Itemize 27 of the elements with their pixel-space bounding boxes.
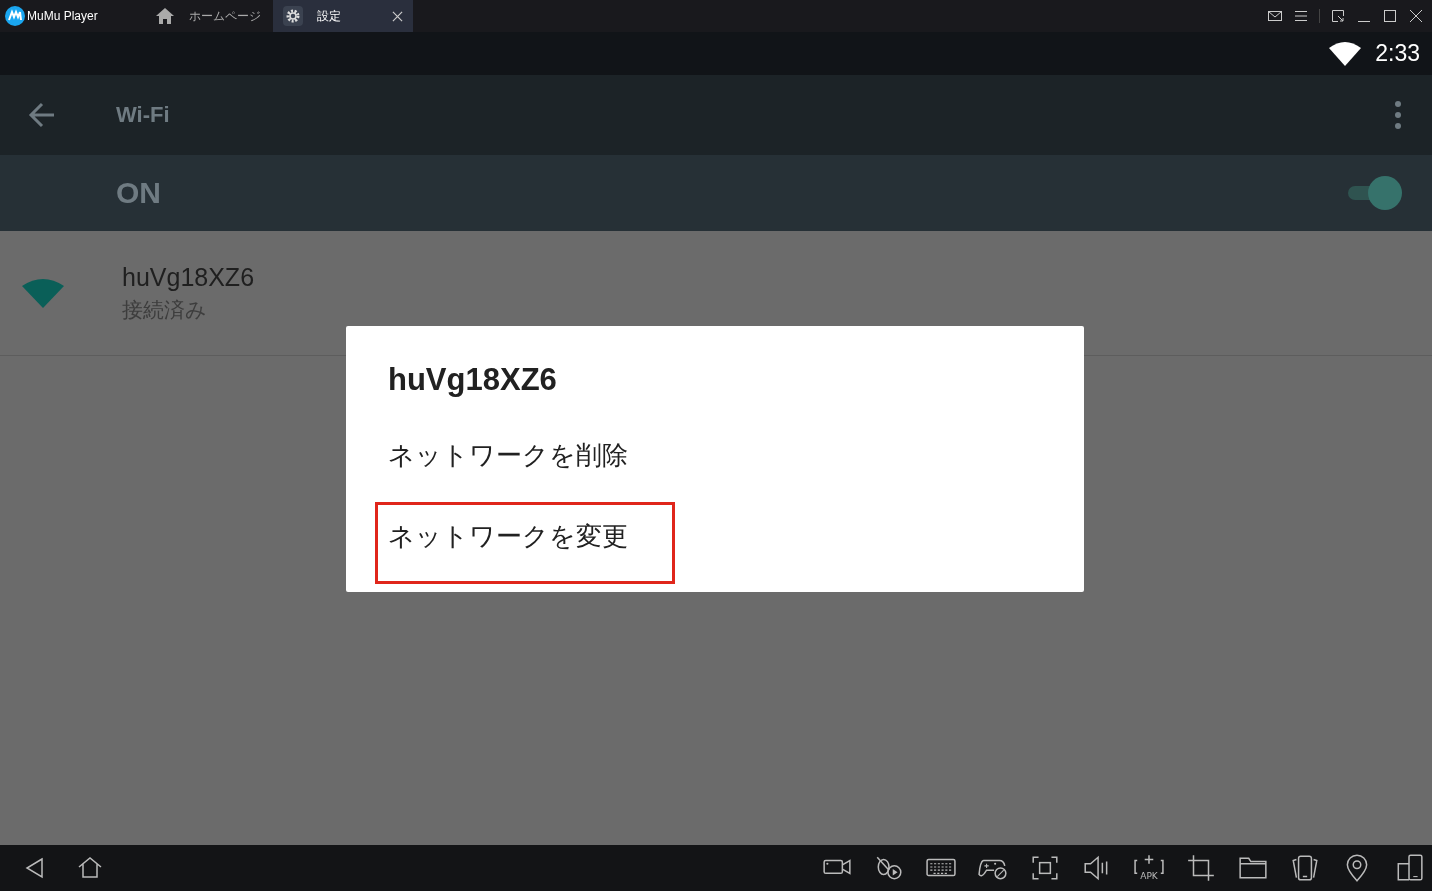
app-name: MuMu Player (27, 9, 98, 23)
dialog-option[interactable]: ネットワークを変更 (388, 519, 628, 554)
resize-icon[interactable] (1330, 8, 1346, 24)
switch-label: ON (116, 176, 162, 210)
home-icon (155, 6, 175, 26)
dialog-title: huVg18XZ6 (388, 362, 558, 398)
dialog-option[interactable]: ネットワークを削除 (388, 438, 628, 473)
menu-icon[interactable] (1293, 8, 1309, 24)
tab[interactable]: ホームページ (145, 0, 271, 32)
wifi-toggle[interactable] (1346, 176, 1402, 210)
gear-icon (283, 6, 303, 26)
mail-icon[interactable] (1267, 8, 1283, 24)
crop-icon[interactable] (1186, 853, 1216, 883)
logo-icon (5, 6, 25, 26)
wifi-signal-icon (22, 278, 64, 308)
network-name: huVg18XZ6 (122, 262, 255, 292)
home-icon[interactable] (78, 856, 102, 880)
tab[interactable]: 設定 (273, 0, 413, 32)
back-arrow-icon[interactable] (28, 101, 56, 129)
wifi-icon (1329, 41, 1362, 66)
close-icon[interactable] (1408, 8, 1424, 24)
more-options-icon[interactable] (1395, 101, 1401, 129)
clock-time: 2:33 (1375, 40, 1420, 67)
close-tab-icon[interactable] (392, 10, 403, 22)
screen-title: Wi-Fi (116, 102, 171, 128)
maximize-icon[interactable] (1382, 8, 1398, 24)
phone-shake-icon[interactable] (1290, 853, 1320, 883)
